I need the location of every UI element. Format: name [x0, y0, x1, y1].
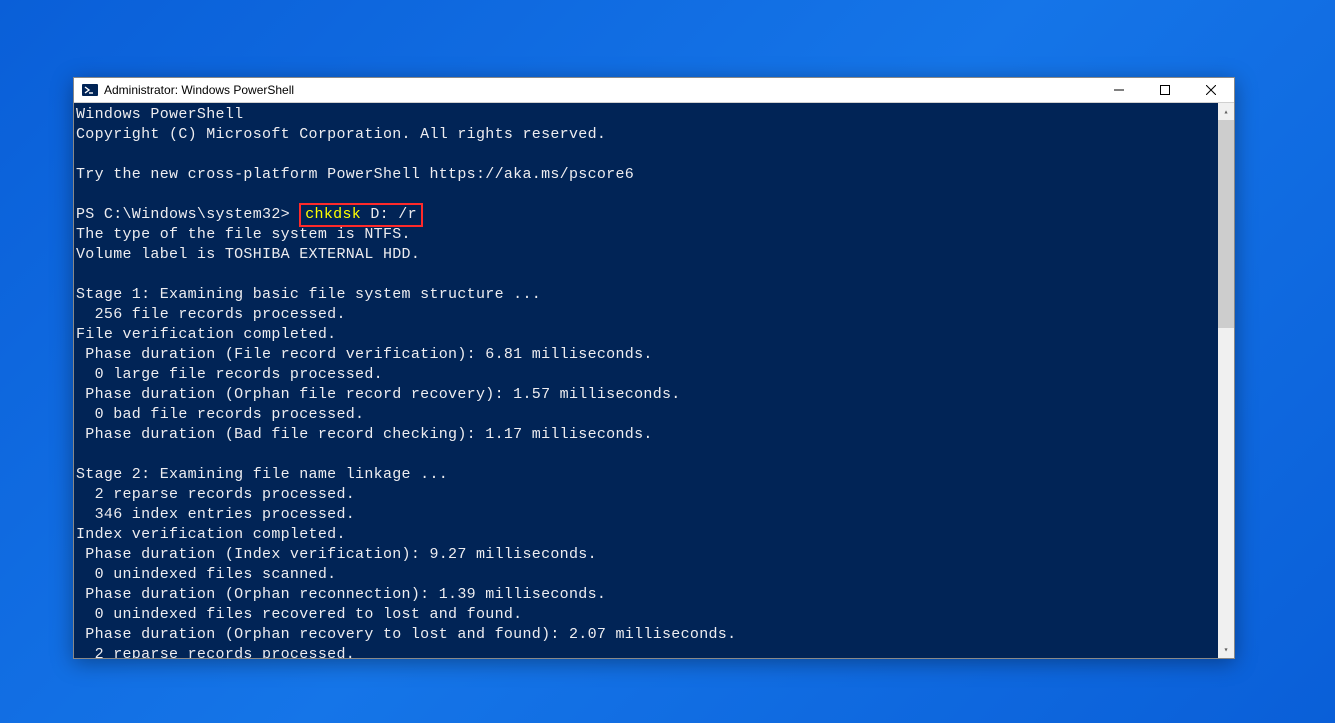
scroll-down-arrow-icon[interactable]: ▾ — [1218, 641, 1234, 658]
close-button[interactable] — [1188, 78, 1234, 102]
scroll-up-arrow-icon[interactable]: ▴ — [1218, 103, 1234, 120]
output-line: Phase duration (Index verification): 9.2… — [76, 546, 597, 563]
output-line: File verification completed. — [76, 326, 336, 343]
titlebar[interactable]: Administrator: Windows PowerShell — [74, 78, 1234, 103]
output-line: Phase duration (File record verification… — [76, 346, 653, 363]
powershell-icon — [82, 82, 98, 98]
output-line: Phase duration (Orphan recovery to lost … — [76, 626, 736, 643]
output-line: 2 reparse records processed. — [76, 646, 355, 658]
output-line: Try the new cross-platform PowerShell ht… — [76, 166, 634, 183]
output-line: 0 large file records processed. — [76, 366, 383, 383]
command-args: D: /r — [361, 206, 417, 223]
vertical-scrollbar[interactable]: ▴ ▾ — [1218, 103, 1234, 658]
output-line: Copyright (C) Microsoft Corporation. All… — [76, 126, 606, 143]
prompt-text: PS C:\Windows\system32> — [76, 206, 299, 223]
terminal-output[interactable]: Windows PowerShell Copyright (C) Microso… — [74, 103, 1218, 658]
output-line: Phase duration (Orphan file record recov… — [76, 386, 681, 403]
output-line: 346 index entries processed. — [76, 506, 355, 523]
command-highlight: chkdsk D: /r — [299, 203, 423, 227]
scroll-track[interactable] — [1218, 120, 1234, 641]
scroll-thumb[interactable] — [1218, 120, 1234, 328]
output-line: Stage 2: Examining file name linkage ... — [76, 466, 448, 483]
output-line: Volume label is TOSHIBA EXTERNAL HDD. — [76, 246, 420, 263]
output-line: Phase duration (Bad file record checking… — [76, 426, 653, 443]
window-controls — [1096, 78, 1234, 102]
output-line: 0 bad file records processed. — [76, 406, 364, 423]
minimize-button[interactable] — [1096, 78, 1142, 102]
terminal-area: Windows PowerShell Copyright (C) Microso… — [74, 103, 1234, 658]
maximize-button[interactable] — [1142, 78, 1188, 102]
window-title: Administrator: Windows PowerShell — [104, 83, 294, 97]
output-line: Windows PowerShell — [76, 106, 243, 123]
output-line: Index verification completed. — [76, 526, 346, 543]
output-line: 2 reparse records processed. — [76, 486, 355, 503]
output-line: 0 unindexed files scanned. — [76, 566, 336, 583]
output-line: 256 file records processed. — [76, 306, 346, 323]
output-line: Phase duration (Orphan reconnection): 1.… — [76, 586, 606, 603]
command-name: chkdsk — [305, 206, 361, 223]
output-line: 0 unindexed files recovered to lost and … — [76, 606, 522, 623]
output-line: The type of the file system is NTFS. — [76, 226, 411, 243]
powershell-window: Administrator: Windows PowerShell Window… — [73, 77, 1235, 659]
output-line: Stage 1: Examining basic file system str… — [76, 286, 541, 303]
